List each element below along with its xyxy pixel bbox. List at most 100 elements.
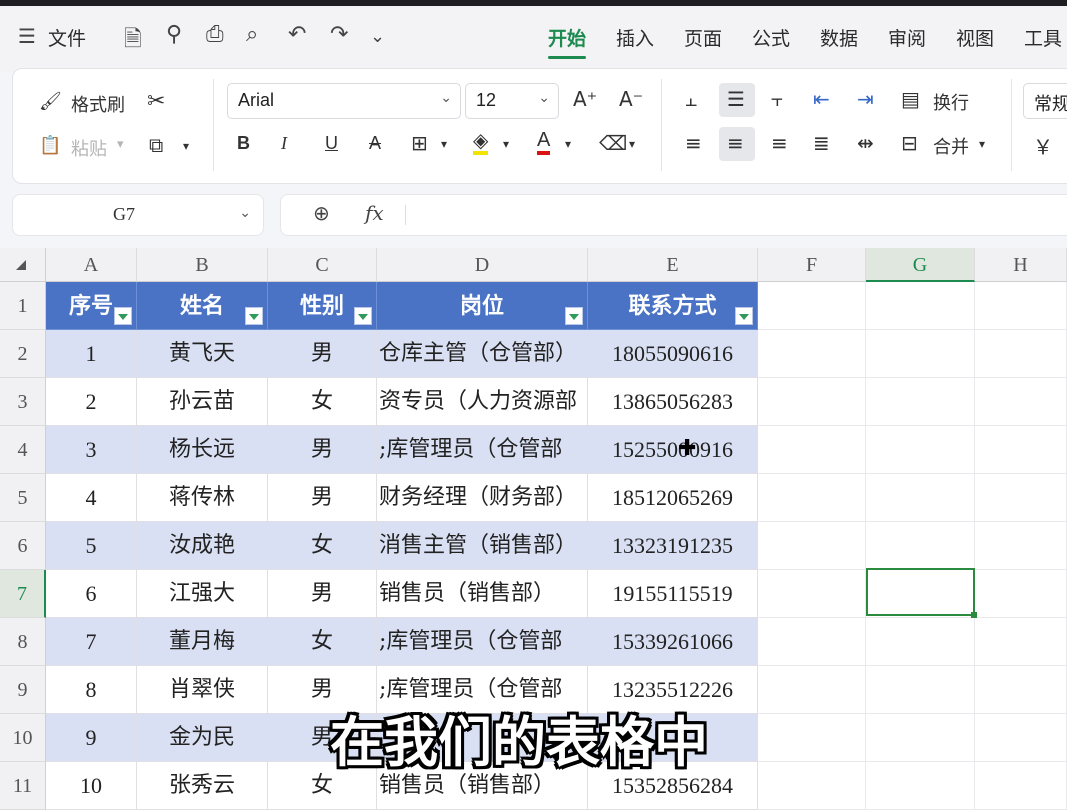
borders-chevron-icon[interactable]: ▾	[441, 137, 447, 151]
empty-cell[interactable]	[758, 426, 866, 474]
table-cell[interactable]: 女	[268, 618, 377, 666]
align-right-icon[interactable]: ≡	[771, 131, 788, 155]
empty-cell[interactable]	[758, 474, 866, 522]
table-cell[interactable]: 1	[46, 330, 137, 378]
table-cell[interactable]: ;库管理员（仓管部	[377, 618, 588, 666]
tab-data[interactable]: 数据	[820, 24, 858, 51]
table-cell[interactable]: 江强大	[137, 570, 268, 618]
row-header-4[interactable]: 4	[0, 426, 46, 474]
column-header-g[interactable]: G	[866, 248, 975, 282]
tab-insert[interactable]: 插入	[616, 24, 654, 51]
empty-cell[interactable]	[758, 618, 866, 666]
table-cell[interactable]: 3	[46, 426, 137, 474]
copy-chevron-icon[interactable]: ▾	[183, 139, 189, 153]
save-icon[interactable]: 🗎	[124, 22, 142, 60]
empty-cell[interactable]	[975, 426, 1067, 474]
decrease-indent-icon[interactable]: ⇤	[813, 87, 830, 111]
column-header-b[interactable]: B	[137, 248, 268, 282]
table-cell[interactable]: 董月梅	[137, 618, 268, 666]
empty-cell[interactable]	[975, 282, 1067, 330]
table-cell[interactable]: 肖翠侠	[137, 666, 268, 714]
empty-cell[interactable]	[758, 666, 866, 714]
table-cell[interactable]: 财务经理（财务部）	[377, 474, 588, 522]
underline-button[interactable]: U	[325, 133, 338, 154]
table-cell[interactable]: 黄飞天	[137, 330, 268, 378]
table-cell[interactable]: 男	[268, 474, 377, 522]
number-format-dropdown[interactable]: 常规	[1023, 83, 1067, 119]
table-header-cell[interactable]: 性别	[268, 282, 377, 330]
table-cell[interactable]: 杨长远	[137, 426, 268, 474]
justify-icon[interactable]: ≣	[813, 131, 830, 155]
table-cell[interactable]: 男	[268, 426, 377, 474]
menu-icon[interactable]: ☰	[18, 24, 36, 48]
redo-icon[interactable]: ↷	[330, 22, 348, 47]
row-header-7[interactable]: 7	[0, 570, 46, 618]
fill-color-icon[interactable]: ◈	[473, 129, 489, 155]
copy-icon[interactable]: ⧉	[149, 133, 163, 157]
table-cell[interactable]: 5	[46, 522, 137, 570]
empty-cell[interactable]	[975, 330, 1067, 378]
tab-home[interactable]: 开始	[548, 24, 587, 59]
table-header-cell[interactable]: 联系方式	[588, 282, 758, 330]
font-color-chevron-icon[interactable]: ▾	[565, 137, 571, 151]
formula-bar[interactable]: ⊕ fx	[280, 194, 1067, 236]
cut-icon[interactable]: ✂	[147, 89, 165, 114]
empty-cell[interactable]	[758, 762, 866, 810]
filter-dropdown-icon[interactable]	[735, 307, 753, 325]
table-cell[interactable]: 2	[46, 378, 137, 426]
bold-button[interactable]: B	[237, 133, 250, 154]
file-menu[interactable]: 文件	[48, 24, 86, 51]
format-painter-button[interactable]: 格式刷	[71, 91, 125, 117]
zoom-icon[interactable]: ⊕	[313, 201, 330, 225]
align-middle-icon[interactable]: ☰	[727, 87, 745, 111]
empty-cell[interactable]	[975, 762, 1067, 810]
paste-button[interactable]: 粘贴	[71, 135, 107, 161]
empty-cell[interactable]	[758, 330, 866, 378]
empty-cell[interactable]	[975, 666, 1067, 714]
empty-cell[interactable]	[975, 714, 1067, 762]
font-name-dropdown[interactable]: Arial ⌄	[227, 83, 461, 119]
empty-cell[interactable]	[758, 570, 866, 618]
empty-cell[interactable]	[975, 378, 1067, 426]
table-cell[interactable]: 金为民	[137, 714, 268, 762]
empty-cell[interactable]	[866, 282, 975, 330]
borders-icon[interactable]: ⊞	[411, 131, 428, 155]
merge-cells-icon[interactable]: ⊟	[901, 131, 918, 155]
table-cell[interactable]: 4	[46, 474, 137, 522]
empty-cell[interactable]	[866, 474, 975, 522]
shrink-font-button[interactable]: A⁻	[619, 87, 643, 111]
insert-function-button[interactable]: fx	[365, 201, 384, 225]
empty-cell[interactable]	[975, 474, 1067, 522]
print-preview-icon[interactable]: ⌕	[246, 22, 258, 47]
merge-chevron-icon[interactable]: ▾	[979, 137, 985, 151]
currency-button[interactable]: ￥	[1033, 131, 1053, 160]
format-painter-icon[interactable]: 🖌	[39, 91, 62, 112]
table-cell[interactable]: 销售员（销售部）	[377, 570, 588, 618]
empty-cell[interactable]	[758, 378, 866, 426]
italic-button[interactable]: I	[281, 133, 287, 154]
row-header-3[interactable]: 3	[0, 378, 46, 426]
empty-cell[interactable]	[866, 330, 975, 378]
table-cell[interactable]: 资专员（人力资源部	[377, 378, 588, 426]
active-cell-g7[interactable]	[866, 568, 977, 618]
filter-dropdown-icon[interactable]	[354, 307, 372, 325]
clear-format-icon[interactable]: ⌫	[599, 131, 627, 155]
table-cell[interactable]: 女	[268, 522, 377, 570]
tab-tools[interactable]: 工具	[1024, 24, 1062, 51]
share-icon[interactable]: ⚲	[166, 22, 182, 47]
table-cell[interactable]: 18055090616	[588, 330, 758, 378]
table-cell[interactable]: 6	[46, 570, 137, 618]
table-header-cell[interactable]: 岗位	[377, 282, 588, 330]
grow-font-button[interactable]: A⁺	[573, 87, 597, 111]
merge-cells-button[interactable]: 合并	[933, 133, 969, 159]
align-bottom-icon[interactable]: ⫟	[771, 87, 783, 111]
empty-cell[interactable]	[866, 618, 975, 666]
align-center-icon[interactable]: ≡	[727, 131, 744, 155]
print-icon[interactable]: ⎙	[206, 22, 224, 47]
select-all-corner[interactable]	[0, 248, 46, 282]
table-cell[interactable]: 7	[46, 618, 137, 666]
row-header-1[interactable]: 1	[0, 282, 46, 330]
table-cell[interactable]: 19155115519	[588, 570, 758, 618]
align-top-icon[interactable]: ⫠	[685, 87, 697, 111]
row-header-2[interactable]: 2	[0, 330, 46, 378]
